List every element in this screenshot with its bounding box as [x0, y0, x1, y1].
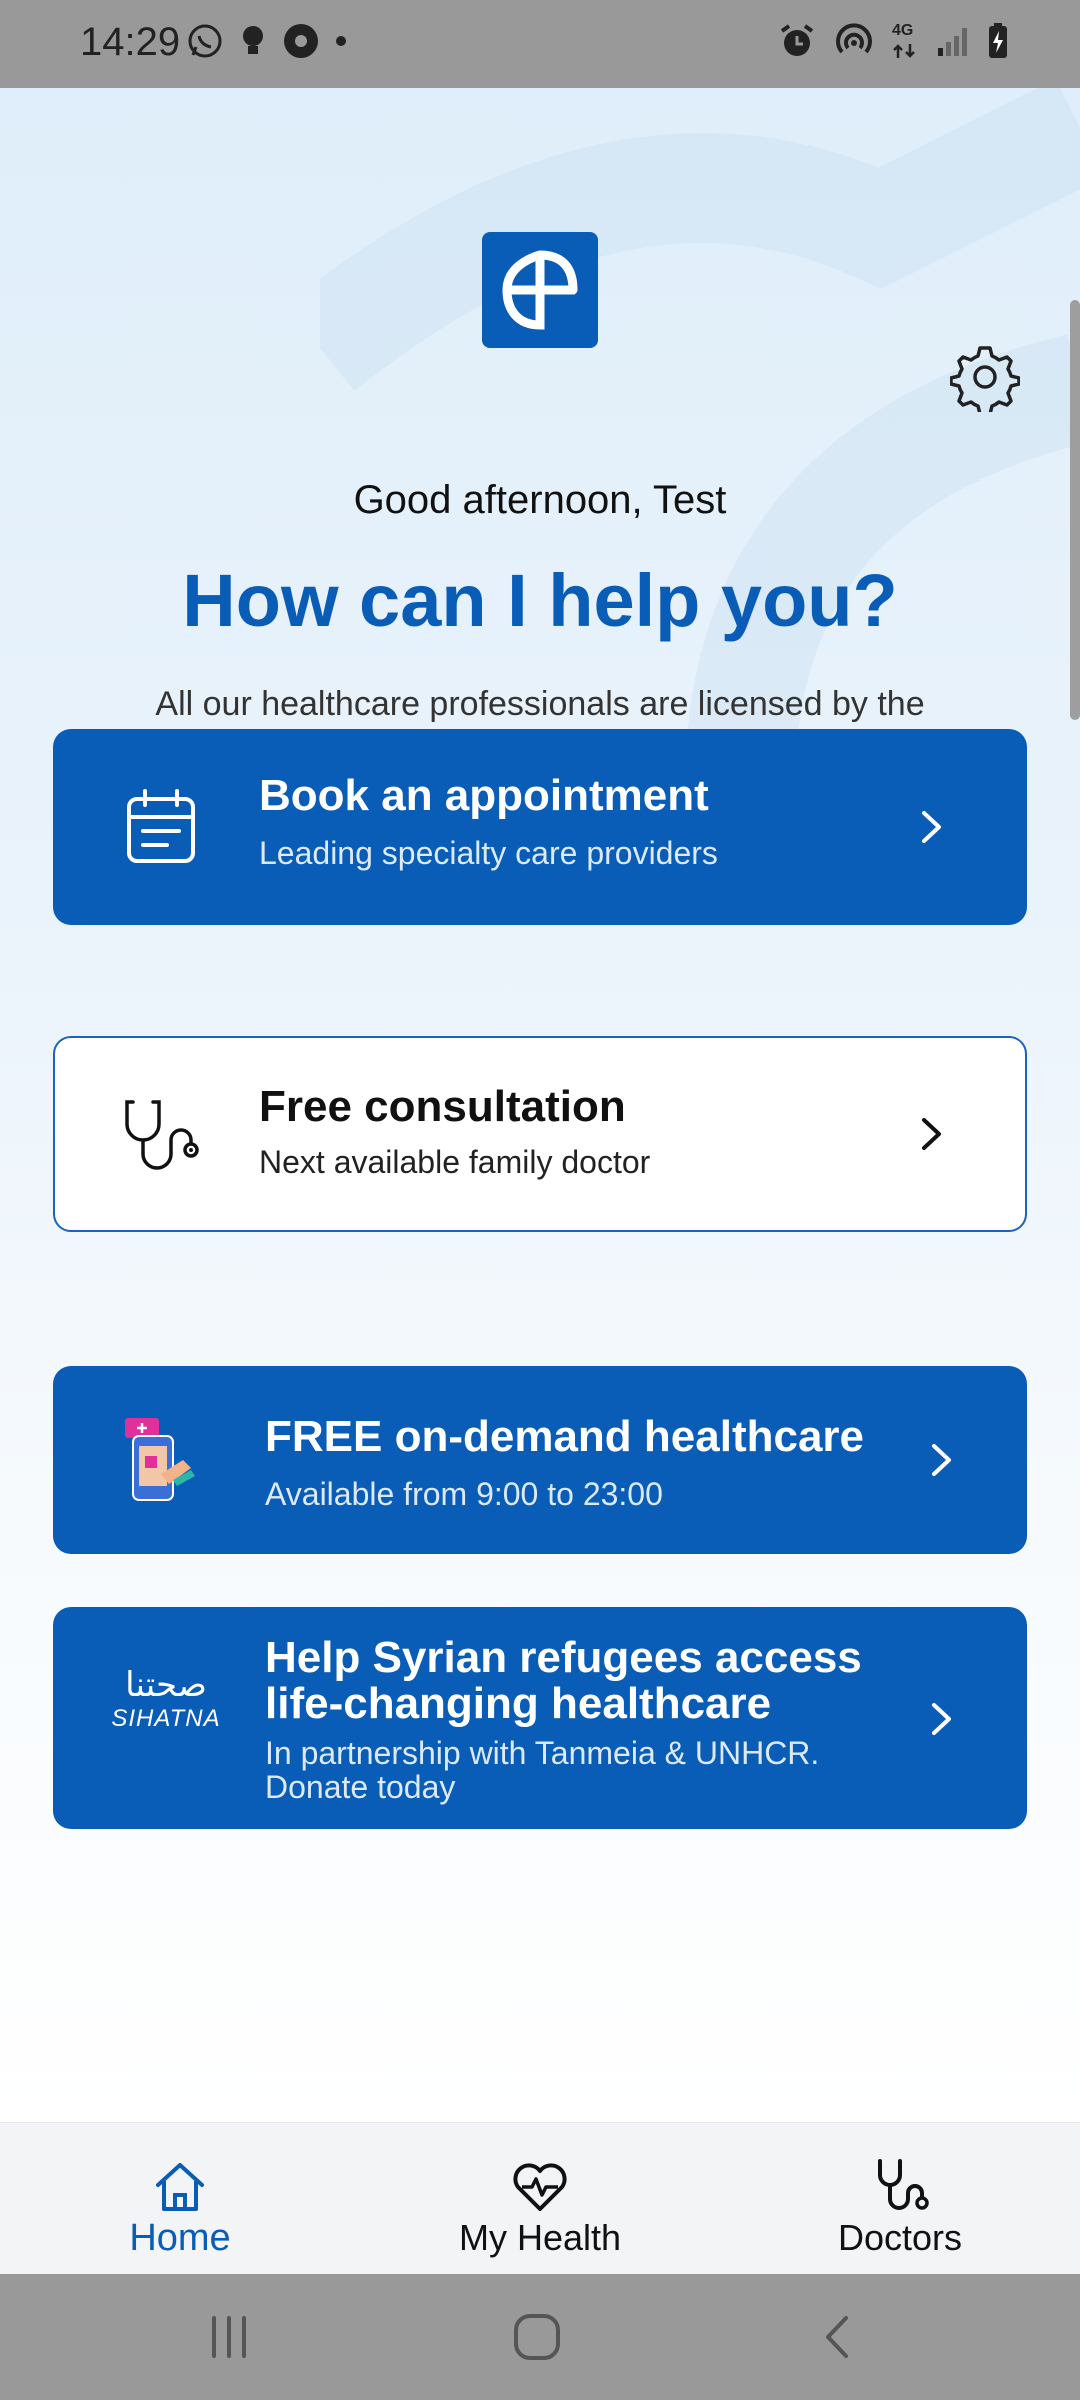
bottom-nav: Home My Health Doctors	[0, 2122, 1080, 2275]
card-subtitle-line1: In partnership with Tanmeia & UNHCR.	[265, 1735, 820, 1771]
donate-refugees-card[interactable]: صحتنا SIHATNA Help Syrian refugees acces…	[53, 1607, 1027, 1829]
nav-item-doctors[interactable]: Doctors	[770, 2123, 1030, 2275]
network-type: 4G	[892, 22, 918, 60]
page-title: How can I help you?	[182, 559, 898, 642]
bulb-icon	[243, 26, 263, 54]
status-bar: 14:29 4G	[0, 0, 1080, 88]
home-screen: Good afternoon, Test How can I help you?…	[0, 88, 1080, 2122]
book-appointment-card[interactable]: Book an appointment Leading specialty ca…	[53, 729, 1027, 925]
app-logo-icon	[502, 250, 578, 330]
free-consultation-card[interactable]: Free consultation Next available family …	[53, 1036, 1027, 1232]
nav-label-doctors: Doctors	[837, 2217, 963, 2258]
back-button[interactable]	[820, 2314, 856, 2360]
app-logo	[482, 232, 598, 348]
nav-item-home[interactable]: Home	[50, 2123, 310, 2275]
nav-item-my-health[interactable]: My Health	[410, 2123, 670, 2275]
heart-pulse-icon	[513, 2163, 567, 2211]
whatsapp-icon	[188, 24, 222, 58]
status-system-icons: 4G	[778, 22, 1010, 60]
phone-doctor-icon	[125, 1418, 195, 1501]
battery-charging-icon	[989, 23, 1007, 58]
nav-label-home: Home	[129, 2217, 231, 2259]
sihatna-logo-latin: SIHATNA	[111, 1705, 221, 1732]
home-system-button[interactable]	[512, 2312, 562, 2362]
on-demand-healthcare-card[interactable]: FREE on-demand healthcare Available from…	[53, 1366, 1027, 1554]
status-notification-icons	[186, 22, 348, 60]
dot-icon	[336, 36, 346, 46]
settings-button[interactable]	[949, 342, 1021, 416]
sihatna-logo: صحتنا SIHATNA	[111, 1665, 221, 1765]
recent-apps-button[interactable]	[206, 2314, 252, 2360]
greeting-text: Good afternoon, Test	[353, 478, 727, 522]
sihatna-logo-arabic: صحتنا	[125, 1665, 207, 1705]
gear-icon	[949, 346, 1021, 416]
home-icon	[156, 2163, 204, 2211]
app-badge-icon	[284, 24, 318, 58]
alarm-icon	[780, 24, 814, 56]
card-title: Free consultation	[259, 1082, 626, 1131]
card-subtitle: Available from 9:00 to 23:00	[265, 1476, 663, 1512]
chevron-right-icon	[932, 1444, 951, 1476]
stethoscope-icon	[125, 1100, 199, 1170]
stethoscope-icon	[878, 2159, 929, 2210]
calendar-icon	[127, 789, 195, 863]
chevron-right-icon	[922, 811, 941, 843]
card-subtitle: Next available family doctor	[259, 1144, 651, 1180]
chevron-right-icon	[922, 1118, 941, 1150]
signal-icon	[938, 28, 967, 56]
status-time: 14:29	[80, 20, 181, 64]
card-subtitle-line2: Donate today	[265, 1769, 456, 1805]
card-title-line1: Help Syrian refugees access	[265, 1633, 862, 1682]
card-title-line2: life-changing healthcare	[265, 1679, 772, 1728]
data-arrows-icon	[893, 44, 915, 58]
card-subtitle: Leading specialty care providers	[259, 835, 718, 871]
hotspot-icon	[836, 23, 872, 54]
nav-label-my-health: My Health	[458, 2217, 622, 2258]
card-title: Book an appointment	[259, 771, 709, 820]
system-navigation-bar	[0, 2274, 1080, 2400]
chevron-right-icon	[932, 1703, 951, 1735]
card-title: FREE on-demand healthcare	[265, 1412, 865, 1461]
